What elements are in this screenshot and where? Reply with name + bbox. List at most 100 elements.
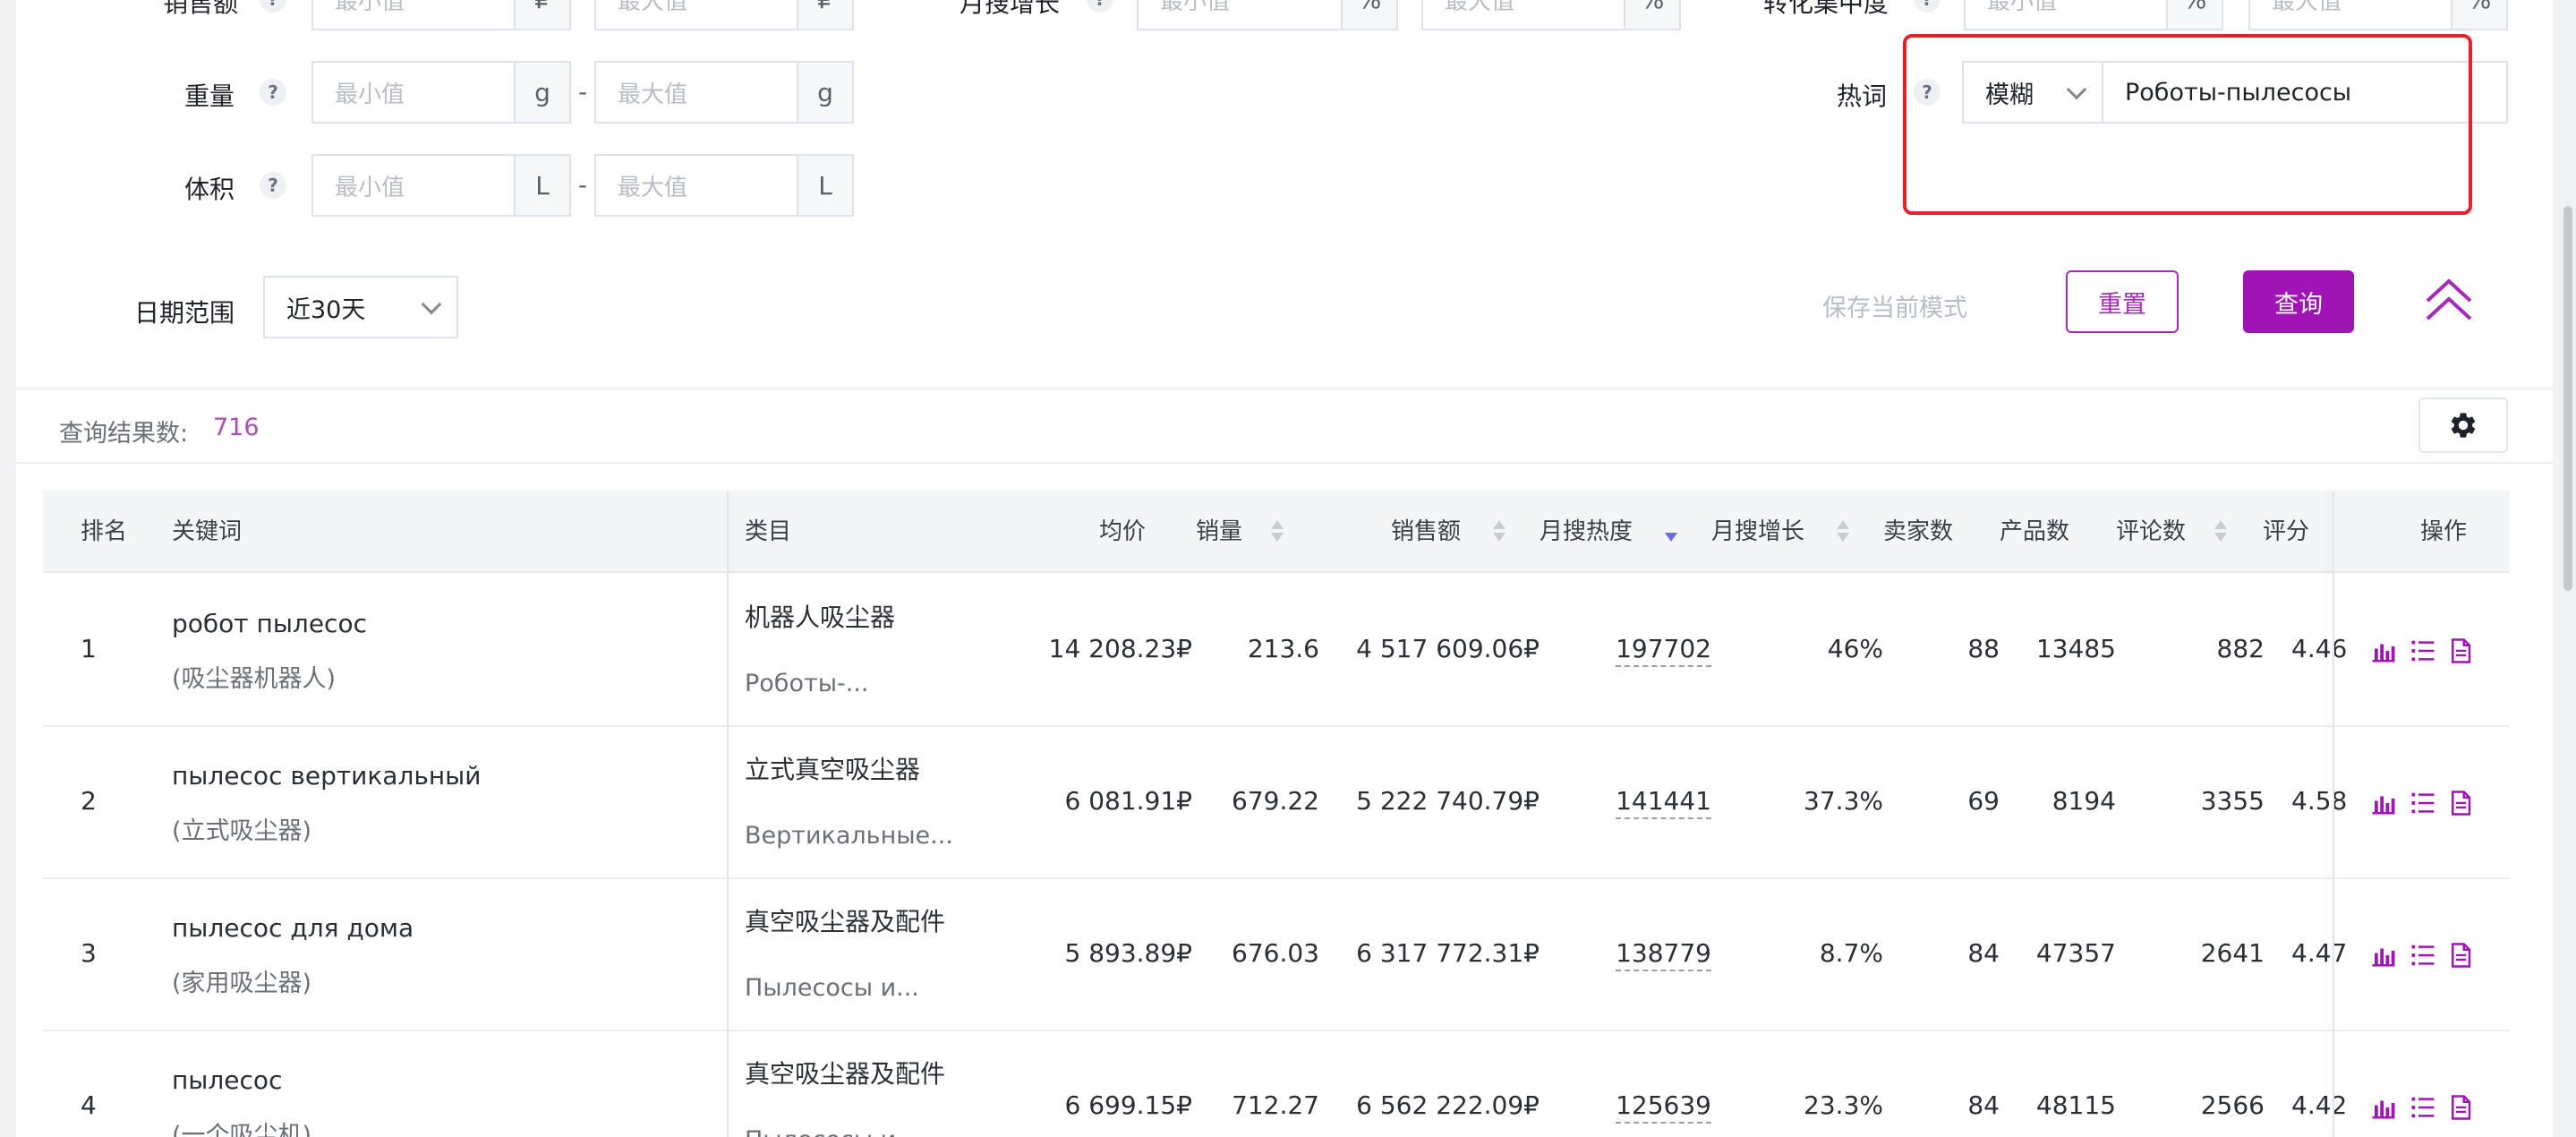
bar-chart-icon[interactable]	[2370, 1094, 2397, 1121]
header-reviews[interactable]: 评论数	[2116, 491, 2186, 573]
sort-monthly-search-icon[interactable]	[1665, 520, 1677, 543]
row-rank: 4	[81, 1090, 97, 1120]
row-category-ru: Пылесосы и...	[745, 1126, 919, 1137]
header-sales[interactable]: 销量	[1196, 491, 1242, 573]
row-monthly-search[interactable]: 141441	[1616, 786, 1711, 819]
header-products: 产品数	[2000, 518, 2070, 545]
list-icon[interactable]	[2410, 790, 2436, 816]
row-products: 13485	[2035, 634, 2116, 663]
row-sellers: 84	[1967, 938, 2000, 968]
row-category[interactable]: 机器人吸尘器	[745, 598, 895, 634]
header-rank: 排名	[81, 518, 128, 545]
list-icon[interactable]	[2410, 637, 2436, 664]
row-products: 48115	[2035, 1090, 2116, 1120]
row-monthly-search[interactable]: 138779	[1616, 938, 1711, 971]
header-sellers: 卖家数	[1883, 518, 1954, 545]
table-row[interactable]: 4 пылесос (一个吸尘机) 真空吸尘器及配件 Пылесосы и...…	[43, 1031, 2553, 1137]
query-button[interactable]: 查询	[2243, 270, 2354, 333]
bar-chart-icon[interactable]	[2370, 637, 2397, 664]
row-monthly-search[interactable]: 197702	[1616, 634, 1711, 667]
table-row[interactable]: 1 робот пылесос (吸尘器机器人) 机器人吸尘器 Роботы-.…	[43, 575, 2553, 727]
row-avg-price: 14 208.23₽	[1048, 634, 1192, 663]
range-dash: -	[578, 170, 588, 200]
header-ops: 操作	[2420, 518, 2468, 545]
header-category: 类目	[745, 518, 792, 545]
row-category[interactable]: 真空吸尘器及配件	[745, 902, 945, 938]
save-mode-button[interactable]: 保存当前模式	[1822, 288, 1967, 323]
header-revenue[interactable]: 销售额	[1391, 491, 1461, 573]
header-avg-price: 均价	[1099, 518, 1147, 545]
sticky-column-divider	[727, 491, 729, 1137]
sort-sales-icon[interactable]	[1271, 520, 1284, 543]
row-reviews: 3355	[2200, 786, 2265, 816]
document-icon[interactable]	[2447, 942, 2474, 969]
row-monthly-growth: 23.3%	[1804, 1090, 1883, 1120]
sort-monthly-growth-icon[interactable]	[1837, 520, 1849, 543]
row-rating: 4.42	[2291, 1090, 2348, 1120]
row-sellers: 69	[1967, 786, 2000, 816]
row-avg-price: 5 893.89₽	[1064, 938, 1192, 968]
collapse-chevron-up-icon[interactable]	[2422, 276, 2476, 324]
table-row[interactable]: 2 пылесос вертикальный (立式吸尘器) 立式真空吸尘器 В…	[43, 727, 2553, 879]
header-rating: 评分	[2263, 518, 2310, 545]
row-revenue: 4 517 609.06₽	[1356, 634, 1540, 663]
column-settings-button[interactable]	[2418, 398, 2508, 453]
header-monthly-growth[interactable]: 月搜增长	[1711, 491, 1804, 573]
document-icon[interactable]	[2447, 1094, 2474, 1121]
row-revenue: 6 317 772.31₽	[1356, 938, 1540, 968]
row-keyword[interactable]: пылесос вертикальный	[172, 761, 481, 791]
conversion-min-input[interactable]: 最小值 %	[1964, 0, 2223, 30]
range-dash: -	[578, 77, 588, 107]
sales-min-input[interactable]: 最小值 ₽	[311, 0, 571, 30]
bar-chart-icon[interactable]	[2370, 790, 2397, 816]
table-header: 排名 关键词 类目 均价 销量 销售额 月搜热度 月搜增长 卖家数 产品数 评论…	[43, 491, 2510, 573]
sales-max-input[interactable]: 最大值 ₽	[594, 0, 854, 30]
row-monthly-growth: 37.3%	[1804, 786, 1883, 816]
row-category[interactable]: 真空吸尘器及配件	[745, 1055, 945, 1090]
growth-min-input[interactable]: 最小值 %	[1137, 0, 1398, 30]
reset-button[interactable]: 重置	[2066, 270, 2179, 333]
header-monthly-search[interactable]: 月搜热度	[1540, 491, 1633, 573]
row-revenue: 5 222 740.79₽	[1356, 786, 1540, 816]
conversion-max-input[interactable]: 最大值 %	[2248, 0, 2508, 30]
row-monthly-search[interactable]: 125639	[1616, 1090, 1711, 1124]
row-monthly-growth: 46%	[1827, 634, 1883, 663]
row-monthly-growth: 8.7%	[1819, 938, 1883, 968]
row-sellers: 84	[1967, 1090, 2000, 1120]
list-icon[interactable]	[2410, 942, 2436, 969]
row-sales: 679.22	[1232, 786, 1319, 816]
row-reviews: 2566	[2200, 1090, 2265, 1120]
row-avg-price: 6 081.91₽	[1064, 786, 1192, 816]
growth-max-input[interactable]: 最大值 %	[1421, 0, 1681, 30]
weight-min-input[interactable]: 最小值 g	[311, 61, 571, 124]
row-reviews: 2641	[2200, 938, 2265, 968]
help-icon[interactable]: ?	[260, 172, 286, 199]
table-row[interactable]: 3 пылесос для дома (家用吸尘器) 真空吸尘器及配件 Пыле…	[43, 879, 2553, 1031]
row-sales: 712.27	[1232, 1090, 1319, 1120]
row-sales: 213.6	[1247, 634, 1319, 663]
volume-min-input[interactable]: 最小值 L	[311, 154, 571, 217]
scrollbar-thumb[interactable]	[2563, 206, 2572, 591]
bar-chart-icon[interactable]	[2370, 942, 2397, 969]
row-category-ru: Роботы-...	[745, 670, 869, 697]
row-keyword[interactable]: робот пылесос	[172, 609, 367, 638]
document-icon[interactable]	[2447, 637, 2474, 664]
date-range-value: 近30天	[286, 295, 366, 324]
date-range-label: 日期范围	[134, 298, 235, 328]
result-count-value: 716	[213, 414, 260, 441]
document-icon[interactable]	[2447, 790, 2474, 816]
list-icon[interactable]	[2410, 1094, 2436, 1121]
row-category-ru: Пылесосы и...	[745, 974, 919, 1002]
row-keyword[interactable]: пылесос для дома	[172, 913, 414, 943]
row-ops-cell	[2377, 1031, 2553, 1137]
sort-revenue-icon[interactable]	[1493, 520, 1506, 543]
row-rank: 3	[81, 938, 97, 968]
volume-max-input[interactable]: 最大值 L	[594, 154, 854, 217]
weight-max-input[interactable]: 最大值 g	[594, 61, 854, 124]
row-rating: 4.58	[2291, 786, 2348, 816]
help-icon[interactable]: ?	[260, 79, 286, 106]
row-category[interactable]: 立式真空吸尘器	[745, 750, 920, 786]
row-keyword[interactable]: пылесос	[172, 1065, 282, 1095]
row-rank: 1	[81, 634, 97, 663]
sort-reviews-icon[interactable]	[2214, 520, 2227, 543]
